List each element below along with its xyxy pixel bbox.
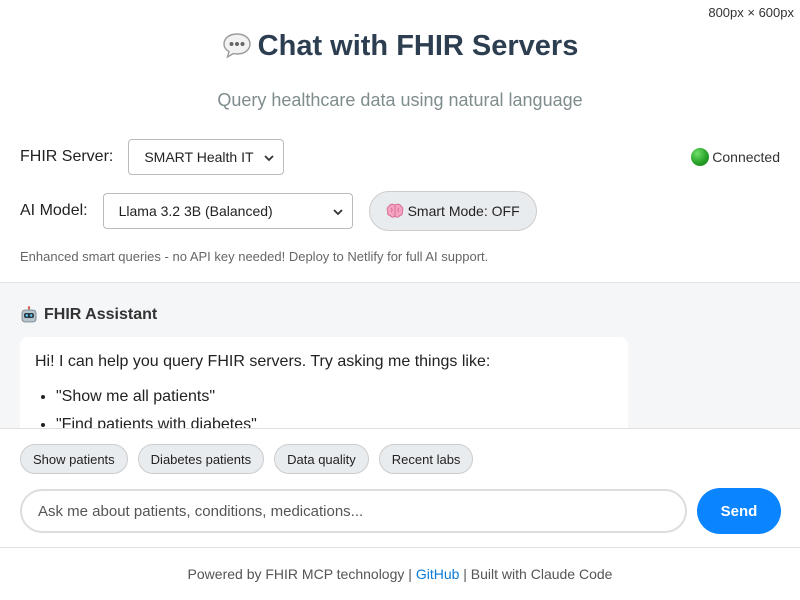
message-input[interactable] — [20, 489, 687, 533]
assistant-header: FHIR Assistant — [20, 306, 157, 324]
message-intro: Hi! I can help you query FHIR servers. T… — [35, 353, 491, 370]
quick-action-data-quality[interactable]: Data quality — [274, 444, 369, 474]
brain-icon — [386, 203, 403, 218]
status-dot-icon — [691, 148, 710, 166]
server-label: FHIR Server: — [20, 148, 114, 165]
list-item: "Find patients with diabetes" — [56, 411, 613, 428]
page-header: Chat with FHIR Servers Query healthcare … — [0, 0, 800, 111]
chevron-down-icon — [264, 155, 274, 162]
model-row: AI Model: Llama 3.2 3B (Balanced) Smart … — [20, 191, 780, 231]
server-select[interactable]: SMART Health IT — [128, 139, 285, 175]
server-row: FHIR Server: SMART Health IT Connected — [20, 139, 780, 175]
footer-suffix: | Built with Claude Code — [463, 566, 613, 582]
message-input-row: Send — [20, 488, 781, 534]
page-title-text: Chat with FHIR Servers — [257, 29, 579, 62]
assistant-name: FHIR Assistant — [44, 306, 158, 323]
quick-action-show-patients[interactable]: Show patients — [20, 444, 128, 474]
input-panel: Show patients Diabetes patients Data qua… — [0, 428, 800, 548]
smart-mode-label: Smart Mode: OFF — [407, 203, 520, 219]
status-text: Connected — [712, 149, 780, 165]
chevron-down-icon — [332, 209, 343, 216]
quick-actions: Show patients Diabetes patients Data qua… — [20, 444, 474, 474]
hint-text: Enhanced smart queries - no API key need… — [20, 249, 489, 264]
example-list: "Show me all patients" "Find patients wi… — [35, 383, 613, 428]
connection-status: Connected — [691, 148, 780, 166]
quick-action-diabetes-patients[interactable]: Diabetes patients — [137, 444, 265, 474]
model-select-value: Llama 3.2 3B (Balanced) — [118, 203, 273, 219]
github-link[interactable]: GitHub — [416, 566, 460, 582]
quick-action-recent-labs[interactable]: Recent labs — [378, 444, 474, 474]
settings-panel: FHIR Server: SMART Health IT Connected A… — [20, 139, 780, 264]
chat-area[interactable]: FHIR Assistant Hi! I can help you query … — [0, 282, 800, 428]
smart-mode-toggle[interactable]: Smart Mode: OFF — [368, 191, 537, 231]
viewport-size-label: 800px × 600px — [708, 5, 794, 20]
assistant-message: Hi! I can help you query FHIR servers. T… — [20, 337, 628, 428]
speech-bubble-icon — [222, 31, 252, 61]
model-label: AI Model: — [20, 202, 88, 219]
send-button[interactable]: Send — [697, 488, 781, 534]
robot-icon — [21, 306, 37, 323]
server-select-value: SMART Health IT — [144, 149, 254, 165]
page-title: Chat with FHIR Servers — [222, 28, 579, 64]
list-item: "Show me all patients" — [56, 383, 613, 411]
footer-prefix: Powered by FHIR MCP technology | — [187, 566, 412, 582]
footer: Powered by FHIR MCP technology | GitHub … — [0, 566, 800, 582]
model-select[interactable]: Llama 3.2 3B (Balanced) — [102, 193, 353, 229]
page-subtitle: Query healthcare data using natural lang… — [217, 90, 583, 110]
